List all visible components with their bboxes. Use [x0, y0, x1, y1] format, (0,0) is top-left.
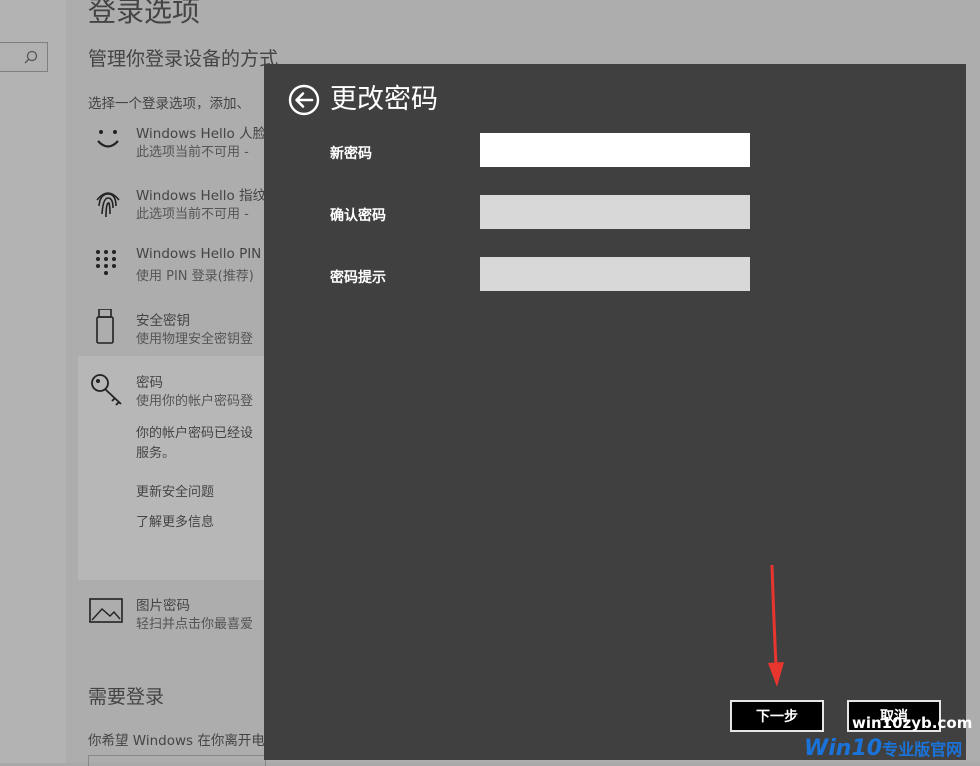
option-title: Windows Hello 人脸: [136, 126, 267, 142]
option-title: 密码: [136, 375, 163, 391]
new-password-label: 新密码: [330, 146, 372, 162]
confirm-password-input[interactable]: [480, 195, 750, 229]
watermark-url: win10zyb.com: [852, 714, 973, 732]
section-description: 选择一个登录选项，添加、: [88, 96, 250, 112]
picture-icon: [89, 598, 123, 623]
option-subtitle: 使用 PIN 登录(推荐): [136, 269, 254, 284]
option-title: Windows Hello PIN: [136, 246, 262, 262]
option-picture-password[interactable]: 图片密码 轻扫并点击你最喜爱: [88, 594, 278, 644]
search-input[interactable]: [0, 42, 48, 72]
watermark-brand: Win10专业版官网: [804, 737, 962, 762]
require-sign-in-title: 需要登录: [88, 686, 165, 708]
option-subtitle: 此选项当前不可用 -: [136, 207, 249, 222]
fingerprint-icon: [96, 192, 120, 218]
password-hint-input[interactable]: [480, 257, 750, 291]
key-icon: [91, 374, 122, 406]
face-icon: [97, 130, 119, 148]
option-title: 图片密码: [136, 598, 190, 614]
change-password-dialog: 更改密码 新密码 确认密码 密码提示 下一步 取消: [264, 64, 966, 760]
option-windows-hello-fingerprint[interactable]: Windows Hello 指纹 此选项当前不可用 -: [88, 184, 278, 234]
confirm-password-label: 确认密码: [330, 208, 386, 224]
option-windows-hello-pin[interactable]: Windows Hello PIN 使用 PIN 登录(推荐): [88, 246, 278, 296]
password-info-line: 服务。: [136, 446, 176, 461]
password-info-line: 你的帐户密码已经设: [136, 426, 254, 441]
option-subtitle: 轻扫并点击你最喜爱: [136, 617, 254, 632]
password-info: 你的帐户密码已经设 服务。: [136, 424, 253, 464]
page-title: 登录选项: [88, 0, 201, 28]
update-security-questions-link[interactable]: 更新安全问题: [136, 481, 214, 500]
watermark-brand-name: Win10: [804, 736, 883, 761]
search-icon: [24, 50, 38, 64]
keypad-icon: [96, 250, 116, 275]
option-security-key[interactable]: 安全密钥 使用物理安全密钥登: [88, 309, 278, 359]
learn-more-link[interactable]: 了解更多信息: [136, 511, 214, 530]
option-subtitle: 使用你的帐户密码登: [136, 394, 254, 409]
new-password-input[interactable]: [480, 133, 750, 167]
watermark: win10zyb.com Win10专业版官网: [794, 700, 980, 763]
option-title: Windows Hello 指纹: [136, 188, 267, 204]
watermark-brand-suffix: 专业版官网: [882, 740, 963, 759]
annotation-arrow-icon: [768, 565, 784, 687]
option-title: 安全密钥: [136, 313, 190, 329]
usb-key-icon: [96, 309, 114, 344]
password-hint-label: 密码提示: [330, 270, 386, 286]
dialog-title: 更改密码: [330, 84, 438, 115]
option-windows-hello-face[interactable]: Windows Hello 人脸 此选项当前不可用 -: [88, 122, 278, 172]
navigation-pane: [0, 0, 66, 763]
require-sign-in-description: 你希望 Windows 在你离开电: [88, 733, 265, 749]
require-sign-in-dropdown[interactable]: [88, 755, 266, 766]
option-subtitle: 此选项当前不可用 -: [136, 145, 249, 160]
option-subtitle: 使用物理安全密钥登: [136, 332, 254, 347]
option-password[interactable]: 密码 使用你的帐户密码登: [88, 371, 278, 421]
section-title: 管理你登录设备的方式: [88, 48, 279, 70]
back-arrow-icon[interactable]: [288, 84, 320, 116]
